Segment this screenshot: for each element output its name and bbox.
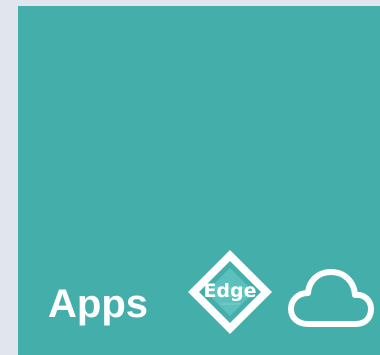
edge-badge-text: Edge bbox=[203, 280, 257, 302]
tile-label: Apps bbox=[48, 282, 148, 326]
edge-diamond-icon: Edge bbox=[184, 246, 276, 338]
cloud-icon bbox=[288, 264, 374, 330]
apps-tile[interactable]: Apps Edge bbox=[18, 6, 380, 355]
